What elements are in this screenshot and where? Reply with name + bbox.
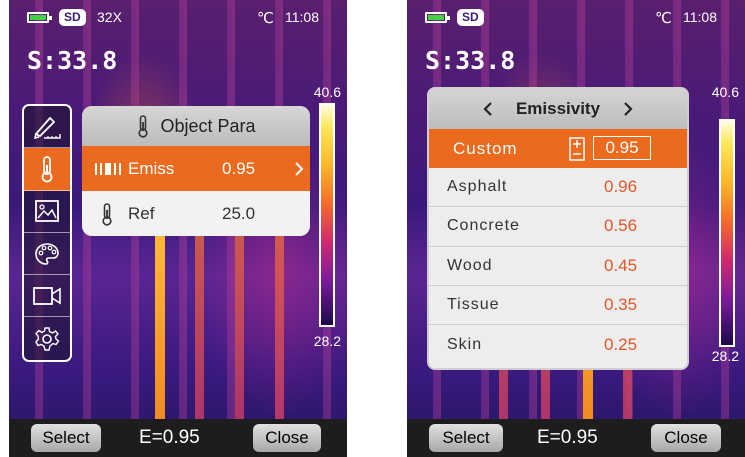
select-button[interactable]: Select [429,424,503,452]
custom-emissivity-input[interactable]: 0.95 [593,136,651,160]
emissivity-item-name: Wood [447,256,493,274]
emissivity-item-name: Concrete [447,217,520,235]
scale-max-label: 40.6 [711,84,739,100]
thermometer-icon [102,202,112,226]
object-para-panel: Object Para Emiss 0.95 Ref 25.0 [82,106,310,236]
emissivity-row[interactable]: Emiss 0.95 [82,146,310,191]
status-bar: SD ℃ 11:08 [407,6,745,28]
ruler-pen-icon [33,116,61,139]
battery-icon [425,12,450,23]
emissivity-item-name: Custom [453,138,518,158]
emissivity-item-value: 0.25 [604,334,638,354]
scale-min-label: 28.2 [711,348,739,364]
side-menu-object-para[interactable] [24,148,70,191]
chevron-right-icon[interactable] [622,101,634,117]
scale-max-label: 40.6 [313,84,341,100]
close-button[interactable]: Close [253,424,321,452]
palette-icon [35,242,59,265]
side-menu [22,104,72,362]
emissivity-icon [95,162,121,175]
close-button[interactable]: Close [651,424,721,452]
object-para-title: Object Para [160,115,256,136]
emissivity-label: Emiss [128,158,175,178]
emissivity-status: E=0.95 [537,427,598,448]
emissivity-item-name: Tissue [447,295,500,313]
emissivity-title: Emissivity [515,99,601,118]
emissivity-item-tissue[interactable]: Tissue 0.35 [429,286,687,325]
thermometer-icon [41,156,53,183]
chevron-right-icon [295,161,304,176]
emissivity-item-custom[interactable]: Custom 0.95 [429,129,687,169]
emissivity-item-name: Asphalt [447,178,508,196]
image-icon [35,200,59,223]
sd-card-badge: SD [457,9,484,26]
chevron-left-icon[interactable] [482,101,494,117]
reflected-temp-label: Ref [128,203,155,223]
emissivity-item-value: 0.96 [604,177,638,197]
sd-card-badge: SD [59,9,86,26]
temperature-unit: ℃ [257,10,274,27]
emissivity-item-concrete[interactable]: Concrete 0.56 [429,207,687,247]
temperature-unit: ℃ [655,10,672,27]
status-bar: SD 32X ℃ 11:08 [9,6,347,28]
object-para-header: Object Para [82,106,310,146]
side-menu-palette[interactable] [24,233,70,276]
spot-temperature: S:33.8 [27,46,118,75]
spot-temperature: S:33.8 [425,46,516,75]
clock: 11:08 [683,9,717,25]
side-menu-measure[interactable] [24,106,70,149]
side-menu-settings[interactable] [24,317,70,359]
bottom-bar: Select E=0.95 Close [9,419,347,457]
side-menu-video[interactable] [24,275,70,318]
hot-wire-trace [155,215,165,425]
thermometer-icon [138,115,149,138]
plus-minus-icon[interactable] [569,136,585,161]
clock: 11:08 [285,9,319,25]
emissivity-item-value: 0.35 [604,294,638,314]
video-camera-icon [33,286,61,305]
emissivity-panel: Emissivity Custom 0.95 Asphalt 0.96 Conc… [427,87,689,370]
temperature-scale-bar [719,119,735,347]
gear-icon [35,326,60,351]
zoom-level: 32X [97,9,122,25]
scale-min-label: 28.2 [313,333,341,349]
select-button[interactable]: Select [31,424,101,452]
left-screen: SD 32X ℃ 11:08 S:33.8 40.6 28.2 Object P… [9,0,347,457]
reflected-temp-row[interactable]: Ref 25.0 [82,191,310,236]
right-screen: SD ℃ 11:08 S:33.8 40.6 28.2 Emissivity C… [407,0,745,457]
battery-icon [27,12,52,23]
emissivity-header: Emissivity [429,89,687,129]
bottom-bar: Select E=0.95 Close [407,419,745,457]
emissivity-item-asphalt[interactable]: Asphalt 0.96 [429,168,687,208]
side-menu-image[interactable] [24,191,70,233]
emissivity-value: 0.95 [222,158,256,178]
reflected-temp-value: 25.0 [222,203,256,223]
emissivity-item-skin[interactable]: Skin 0.25 [429,325,687,364]
temperature-scale-bar [319,103,335,327]
emissivity-item-wood[interactable]: Wood 0.45 [429,247,687,286]
emissivity-status: E=0.95 [139,427,200,448]
emissivity-item-value: 0.45 [604,255,638,275]
emissivity-item-name: Skin [447,335,483,353]
emissivity-item-value: 0.56 [604,216,638,236]
